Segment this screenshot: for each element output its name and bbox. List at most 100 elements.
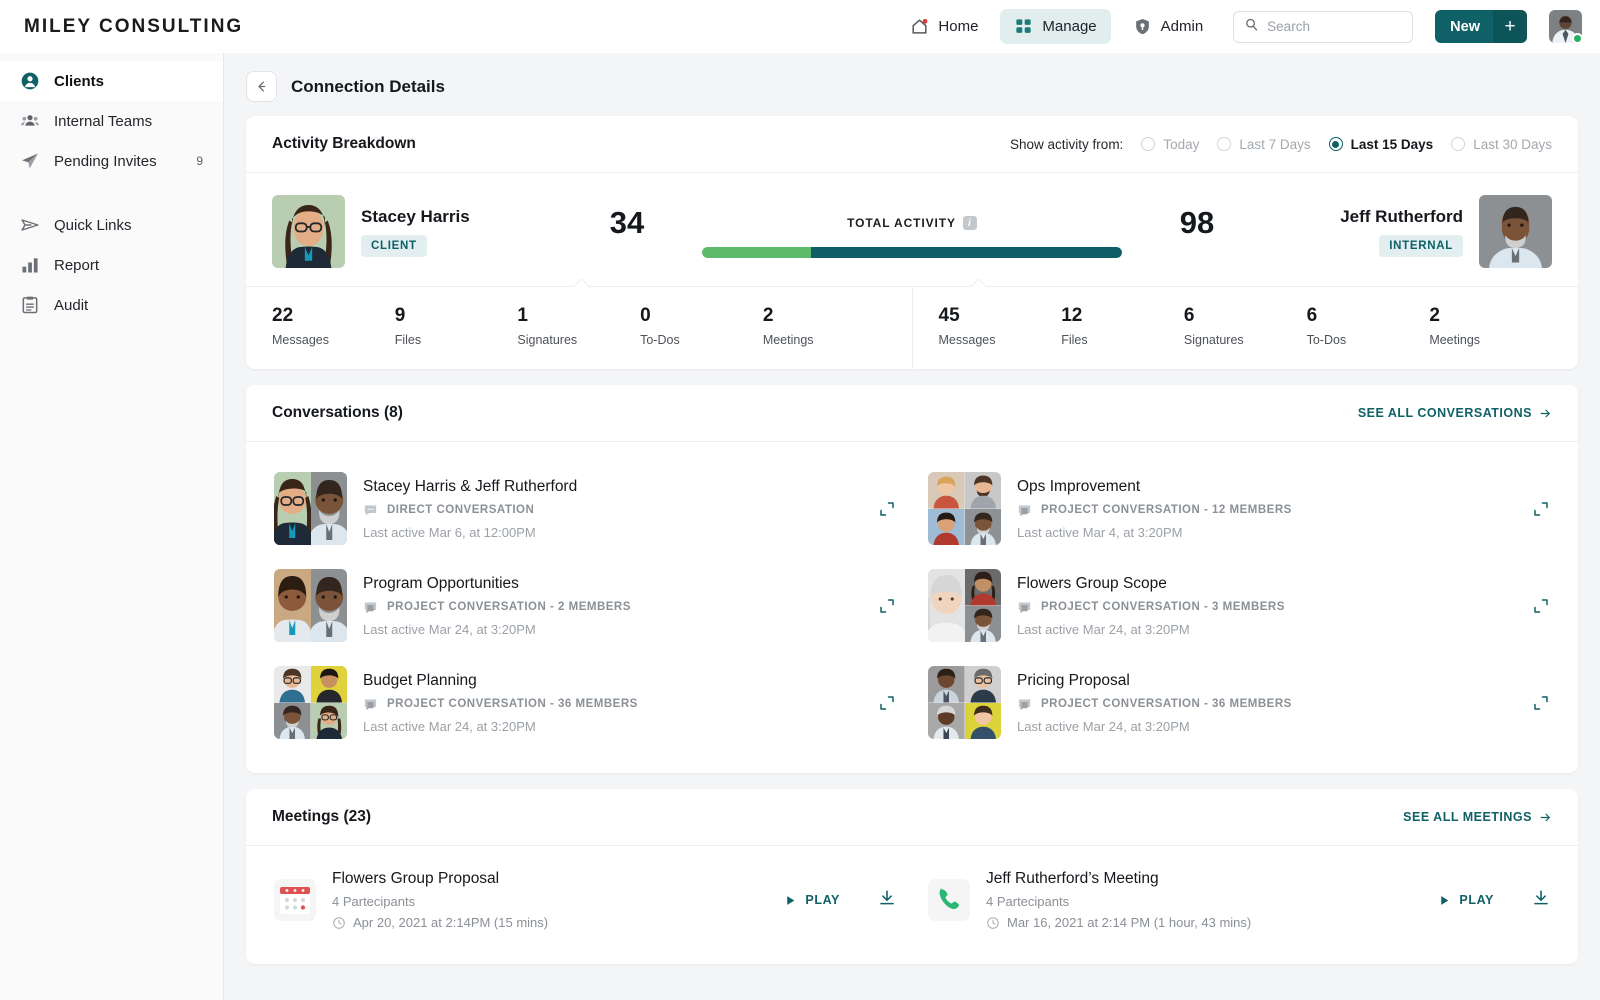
stat-label: Signatures bbox=[1184, 333, 1307, 347]
stat-label: Meetings bbox=[1429, 333, 1552, 347]
avatar bbox=[274, 703, 311, 740]
play-label: PLAY bbox=[805, 893, 840, 907]
expand-icon[interactable] bbox=[1532, 500, 1550, 518]
online-status-dot bbox=[1572, 33, 1583, 44]
sidebar-item-report[interactable]: Report bbox=[0, 245, 223, 285]
internal-tag-wrap: INTERNAL bbox=[1340, 235, 1463, 257]
sidebar-label-report: Report bbox=[54, 257, 99, 274]
conversation-row[interactable]: Flowers Group Scope PROJECT CONVERSATION… bbox=[912, 557, 1566, 654]
arrow-right-icon bbox=[1539, 407, 1552, 420]
arrow-right-icon bbox=[1539, 811, 1552, 824]
activity-bar-client-segment bbox=[702, 247, 811, 258]
sidebar-item-internal-teams[interactable]: Internal Teams bbox=[0, 101, 223, 141]
stat-value: 2 bbox=[1429, 305, 1552, 327]
plus-icon[interactable]: + bbox=[1493, 10, 1527, 43]
see-all-meetings-button[interactable]: SEE ALL MEETINGS bbox=[1403, 810, 1552, 824]
expand-icon[interactable] bbox=[1532, 597, 1550, 615]
play-button[interactable]: PLAY bbox=[1438, 893, 1494, 907]
meetings-header: Meetings (23) SEE ALL MEETINGS bbox=[246, 789, 1578, 845]
internal-info: Jeff Rutherford INTERNAL bbox=[1340, 207, 1463, 257]
avatar bbox=[274, 472, 311, 545]
conversation-row[interactable]: Program Opportunities PROJECT CONVERSATI… bbox=[258, 557, 912, 654]
internal-name: Jeff Rutherford bbox=[1340, 207, 1463, 227]
stat-value: 1 bbox=[517, 305, 640, 327]
stat-value: 45 bbox=[939, 305, 1062, 327]
filter-option-last-15-days[interactable]: Last 15 Days bbox=[1329, 137, 1434, 152]
meeting-text: Flowers Group Proposal 4 Partecipants Ap… bbox=[332, 870, 768, 930]
conversation-meta: DIRECT CONVERSATION bbox=[363, 503, 862, 518]
clock-icon bbox=[332, 916, 346, 930]
download-button[interactable] bbox=[1532, 889, 1550, 912]
info-icon[interactable]: i bbox=[963, 216, 977, 230]
conversation-type: PROJECT CONVERSATION - 36 MEMBERS bbox=[1041, 698, 1292, 710]
stat-label: Meetings bbox=[763, 333, 886, 347]
meetings-list: Flowers Group Proposal 4 Partecipants Ap… bbox=[246, 845, 1578, 964]
conversation-last-active: Last active Mar 24, at 3:20PM bbox=[1017, 719, 1516, 734]
stat-value: 12 bbox=[1061, 305, 1184, 327]
activity-body: Stacey Harris CLIENT 34 TOTAL ACTIVITY bbox=[246, 172, 1578, 369]
stat-label: To-Dos bbox=[1307, 333, 1430, 347]
chat-bubble-icon bbox=[1017, 600, 1032, 615]
stats-notch-right bbox=[971, 279, 987, 288]
conversation-meta: PROJECT CONVERSATION - 36 MEMBERS bbox=[363, 697, 862, 712]
sidebar-item-quick-links[interactable]: Quick Links bbox=[0, 205, 223, 245]
new-button[interactable]: New + bbox=[1435, 10, 1527, 43]
sidebar-item-audit[interactable]: Audit bbox=[0, 285, 223, 325]
expand-icon[interactable] bbox=[878, 694, 896, 712]
stat-label: Signatures bbox=[517, 333, 640, 347]
conversation-text: Flowers Group Scope PROJECT CONVERSATION… bbox=[1017, 575, 1516, 637]
nav-manage[interactable]: Manage bbox=[1000, 9, 1110, 44]
chat-bubble-icon bbox=[1017, 503, 1032, 518]
stat-item: 45 Messages bbox=[939, 305, 1062, 347]
chat-bubble-icon bbox=[363, 600, 378, 615]
see-all-meetings-label: SEE ALL MEETINGS bbox=[1403, 810, 1532, 824]
download-button[interactable] bbox=[878, 889, 896, 912]
conversations-list: Stacey Harris & Jeff Rutherford DIRECT C… bbox=[246, 441, 1578, 773]
avatar bbox=[965, 472, 1002, 509]
play-button[interactable]: PLAY bbox=[784, 893, 840, 907]
conversation-row[interactable]: Budget Planning PROJECT CONVERSATION - 3… bbox=[258, 654, 912, 751]
conversation-row[interactable]: Stacey Harris & Jeff Rutherford DIRECT C… bbox=[258, 460, 912, 557]
stat-value: 2 bbox=[763, 305, 886, 327]
stat-item: 1 Signatures bbox=[517, 305, 640, 347]
nav-admin[interactable]: Admin bbox=[1119, 9, 1218, 44]
avatar bbox=[965, 606, 1002, 643]
conversation-last-active: Last active Mar 24, at 3:20PM bbox=[363, 622, 862, 637]
meeting-row[interactable]: Jeff Rutherford’s Meeting 4 Partecipants… bbox=[912, 860, 1566, 940]
stat-item: 0 To-Dos bbox=[640, 305, 763, 347]
avatar bbox=[274, 666, 311, 703]
filter-option-last-7-days[interactable]: Last 7 Days bbox=[1217, 137, 1310, 152]
conversation-text: Program Opportunities PROJECT CONVERSATI… bbox=[363, 575, 862, 637]
stat-value: 6 bbox=[1184, 305, 1307, 327]
conversation-name: Flowers Group Scope bbox=[1017, 575, 1516, 593]
back-button[interactable] bbox=[246, 71, 277, 102]
meetings-title: Meetings (23) bbox=[272, 808, 371, 826]
expand-icon[interactable] bbox=[1532, 694, 1550, 712]
filter-option-last-30-days[interactable]: Last 30 Days bbox=[1451, 137, 1552, 152]
nav-admin-label: Admin bbox=[1161, 18, 1204, 35]
user-avatar[interactable] bbox=[1549, 10, 1582, 43]
filter-option-today[interactable]: Today bbox=[1141, 137, 1199, 152]
avatar bbox=[928, 509, 965, 546]
play-icon bbox=[1438, 894, 1451, 907]
conversation-row[interactable]: Pricing Proposal PROJECT CONVERSATION - … bbox=[912, 654, 1566, 751]
sidebar-item-pending-invites[interactable]: Pending Invites 9 bbox=[0, 141, 223, 181]
sidebar-item-clients[interactable]: Clients bbox=[0, 61, 223, 101]
search-input[interactable] bbox=[1267, 19, 1402, 34]
conversation-row[interactable]: Ops Improvement PROJECT CONVERSATION - 1… bbox=[912, 460, 1566, 557]
meeting-text: Jeff Rutherford’s Meeting 4 Partecipants… bbox=[986, 870, 1422, 930]
activity-summary-row: Stacey Harris CLIENT 34 TOTAL ACTIVITY bbox=[246, 173, 1578, 286]
activity-filter-group: Show activity from: Today Last 7 Days La… bbox=[1010, 137, 1552, 152]
expand-icon[interactable] bbox=[878, 597, 896, 615]
search-box[interactable] bbox=[1233, 11, 1413, 43]
see-all-conversations-button[interactable]: SEE ALL CONVERSATIONS bbox=[1358, 406, 1552, 420]
meetings-card: Meetings (23) SEE ALL MEETINGS bbox=[246, 789, 1578, 964]
conversation-avatars bbox=[928, 472, 1001, 545]
nav-home[interactable]: Home bbox=[896, 9, 992, 44]
chat-bubble-icon bbox=[363, 697, 378, 712]
meeting-row[interactable]: Flowers Group Proposal 4 Partecipants Ap… bbox=[258, 860, 912, 940]
send-icon bbox=[20, 151, 40, 171]
stat-label: Messages bbox=[272, 333, 395, 347]
sidebar-label-pending-invites: Pending Invites bbox=[54, 153, 157, 170]
expand-icon[interactable] bbox=[878, 500, 896, 518]
